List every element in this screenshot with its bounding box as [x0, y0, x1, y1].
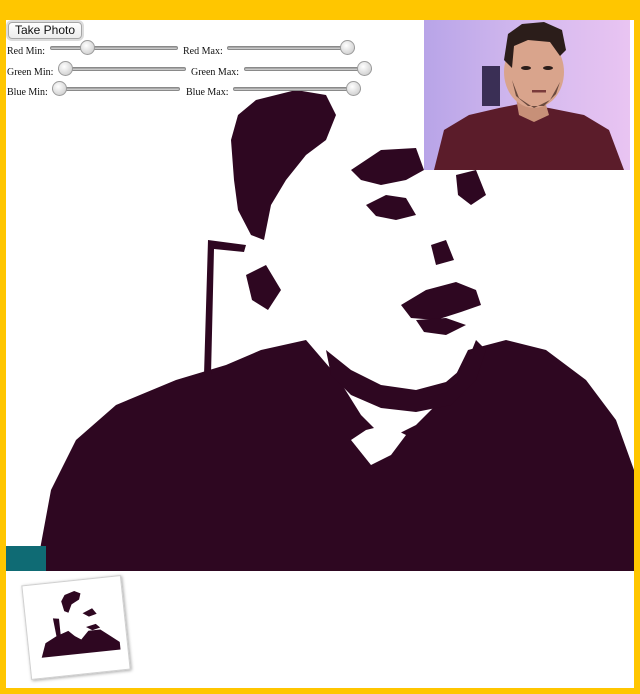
green-min-slider[interactable]	[58, 61, 186, 77]
red-min-label: Red Min:	[7, 46, 46, 57]
blue-min-label: Blue Min:	[7, 87, 48, 98]
captured-photo-image	[30, 583, 121, 659]
slider-thumb[interactable]	[80, 40, 95, 55]
blue-max-label: Blue Max:	[186, 87, 229, 98]
slider-thumb[interactable]	[340, 40, 355, 55]
blue-min-slider[interactable]	[52, 81, 180, 97]
take-photo-button[interactable]: Take Photo	[8, 22, 82, 39]
slider-thumb[interactable]	[357, 61, 372, 76]
captured-photo[interactable]	[21, 575, 131, 680]
red-max-slider[interactable]	[227, 40, 355, 56]
red-max-label: Red Max:	[183, 46, 223, 57]
slider-thumb[interactable]	[346, 81, 361, 96]
green-min-label: Green Min:	[7, 67, 54, 78]
webcam-preview-graphic	[424, 20, 630, 170]
green-max-label: Green Max:	[191, 67, 240, 78]
slider-thumb[interactable]	[58, 61, 73, 76]
slider-track	[52, 87, 180, 91]
slider-track	[50, 46, 178, 50]
slider-thumb[interactable]	[52, 81, 67, 96]
blue-max-slider[interactable]	[233, 81, 361, 97]
captured-photo-graphic	[30, 583, 121, 659]
slider-track	[233, 87, 361, 91]
slider-track	[244, 67, 372, 71]
green-max-slider[interactable]	[244, 61, 372, 77]
slider-track	[227, 46, 355, 50]
app-stage: Take Photo Red Min: Red Max: Green Min: …	[6, 20, 634, 688]
slider-track	[58, 67, 186, 71]
webcam-preview	[424, 20, 630, 170]
red-min-slider[interactable]	[50, 40, 178, 56]
